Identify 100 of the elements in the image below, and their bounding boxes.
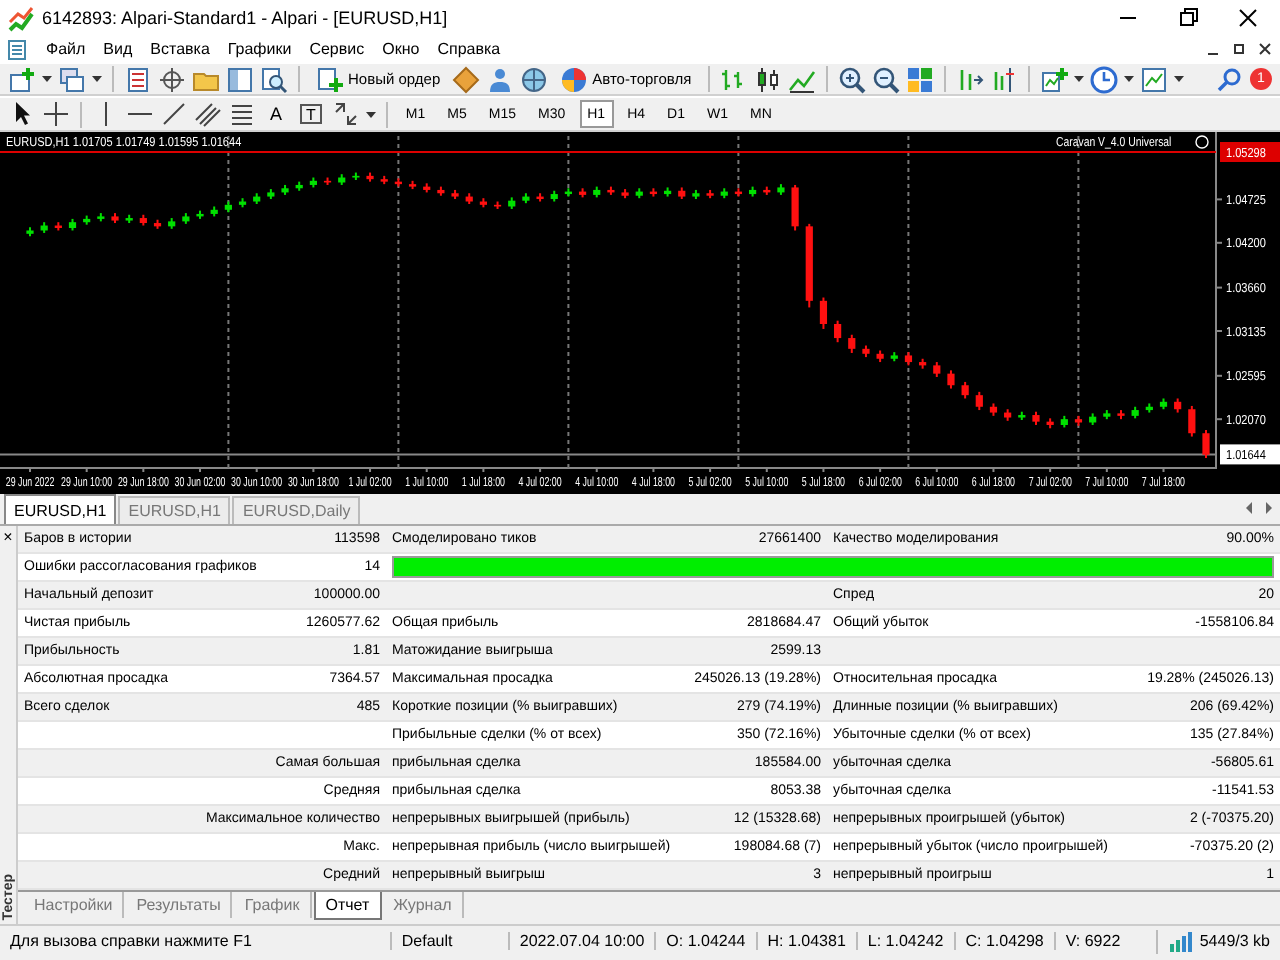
caret-icon[interactable] (365, 109, 376, 119)
status-help-text: Для вызова справки нажмите F1 (8, 932, 254, 950)
chart-shift-icon[interactable] (989, 65, 1018, 93)
candle (408, 179, 417, 191)
window-plus-icon[interactable] (8, 65, 36, 93)
candle (720, 187, 728, 200)
menu-item[interactable]: Справка (437, 40, 501, 58)
candle (1060, 414, 1068, 429)
chart-tab[interactable]: EURUSD,Daily (232, 496, 361, 524)
menu-item[interactable]: Сервис (309, 40, 365, 58)
panel-icon[interactable] (226, 65, 254, 93)
tester-tab[interactable]: Отчет (313, 892, 382, 921)
close-price: C: 1.04298 (953, 932, 1054, 950)
candle (83, 214, 91, 226)
caret-icon[interactable] (1173, 74, 1184, 84)
candle (834, 319, 842, 344)
close-icon[interactable] (1256, 40, 1274, 58)
candle (451, 188, 459, 201)
chart-window-icon[interactable] (1139, 65, 1168, 93)
zoom-out-icon[interactable] (871, 65, 900, 93)
caret-icon[interactable] (42, 74, 52, 84)
close-button[interactable]: × (3, 530, 13, 546)
label-tool-button[interactable]: T (300, 104, 322, 124)
candle (848, 333, 856, 354)
candle (366, 171, 374, 183)
candle (1004, 408, 1012, 422)
maximize-icon[interactable] (1176, 6, 1200, 30)
tile-icon[interactable] (905, 65, 934, 93)
tester-tab[interactable]: График (234, 892, 312, 919)
crosshair-icon[interactable] (158, 65, 186, 93)
candle (947, 369, 955, 390)
candle (224, 200, 232, 214)
candle (819, 296, 828, 330)
candle (791, 183, 799, 232)
document-magnifier-icon[interactable] (260, 65, 288, 93)
caret-icon[interactable] (1123, 74, 1134, 84)
candle (607, 185, 615, 196)
candle-chart-icon[interactable] (753, 65, 782, 93)
candle (876, 349, 884, 364)
close-icon[interactable] (1236, 6, 1260, 30)
traffic-counter: 5449/3 kb (1199, 932, 1270, 950)
crosshair-icon[interactable] (42, 100, 70, 128)
caret-icon[interactable] (92, 74, 102, 84)
candle (692, 188, 700, 201)
menu-item[interactable]: Окно (382, 40, 420, 58)
candle (26, 226, 34, 238)
indicator-icon[interactable] (1195, 135, 1209, 149)
scroll-right-icon[interactable] (1260, 500, 1276, 516)
candle (975, 390, 983, 412)
candle (267, 188, 275, 201)
candle (1032, 410, 1040, 426)
globe-icon[interactable] (520, 65, 549, 93)
clock-icon[interactable] (1089, 65, 1118, 93)
chart-tab[interactable]: EURUSD,H1 (4, 494, 117, 524)
candle (763, 185, 771, 196)
fibonacci-icon[interactable] (228, 100, 256, 128)
zoom-in-icon[interactable] (837, 65, 866, 93)
maximize-icon[interactable] (1230, 40, 1248, 58)
candle (309, 176, 317, 189)
candle (508, 196, 516, 210)
list-icon[interactable] (124, 65, 152, 93)
autoscroll-icon[interactable] (955, 65, 984, 93)
candle (1145, 402, 1153, 414)
candle (338, 173, 346, 186)
candle (1188, 404, 1196, 438)
trendline-icon[interactable] (160, 100, 188, 128)
caret-icon[interactable] (1073, 74, 1084, 84)
menu-item[interactable]: Графики (227, 40, 292, 58)
candle (1202, 428, 1210, 460)
windows-icon[interactable] (58, 65, 86, 93)
candle (1131, 405, 1139, 420)
candle (210, 205, 218, 218)
candle (593, 185, 601, 199)
tester-tab[interactable]: Журнал (383, 892, 464, 919)
search-icon[interactable] (1216, 65, 1244, 93)
chart-plus-icon[interactable] (1039, 65, 1068, 93)
scroll-left-icon[interactable] (1242, 500, 1258, 516)
menu-item[interactable]: Вставка (150, 40, 210, 58)
candle (68, 217, 77, 232)
menu-item[interactable]: Файл (46, 40, 86, 58)
candle (805, 222, 813, 309)
candle (649, 187, 657, 198)
tester-tab[interactable]: Настройки (24, 892, 125, 919)
candle (1046, 417, 1054, 430)
tester-tab[interactable]: Результаты (126, 892, 233, 919)
candle (1117, 409, 1125, 421)
candle (522, 192, 530, 205)
candle (550, 189, 558, 203)
candle (323, 176, 332, 186)
arrows-icon[interactable] (331, 100, 360, 128)
text-tool-button[interactable]: A (262, 99, 291, 129)
candle (664, 186, 672, 198)
candle (706, 188, 714, 200)
candle (111, 212, 119, 225)
menu-item[interactable]: Вид (103, 40, 133, 58)
person-icon[interactable] (486, 65, 515, 93)
candle (437, 185, 445, 197)
document-icon[interactable] (6, 37, 28, 61)
chart-tab[interactable]: EURUSD,H1 (118, 496, 231, 524)
candle (465, 192, 473, 205)
